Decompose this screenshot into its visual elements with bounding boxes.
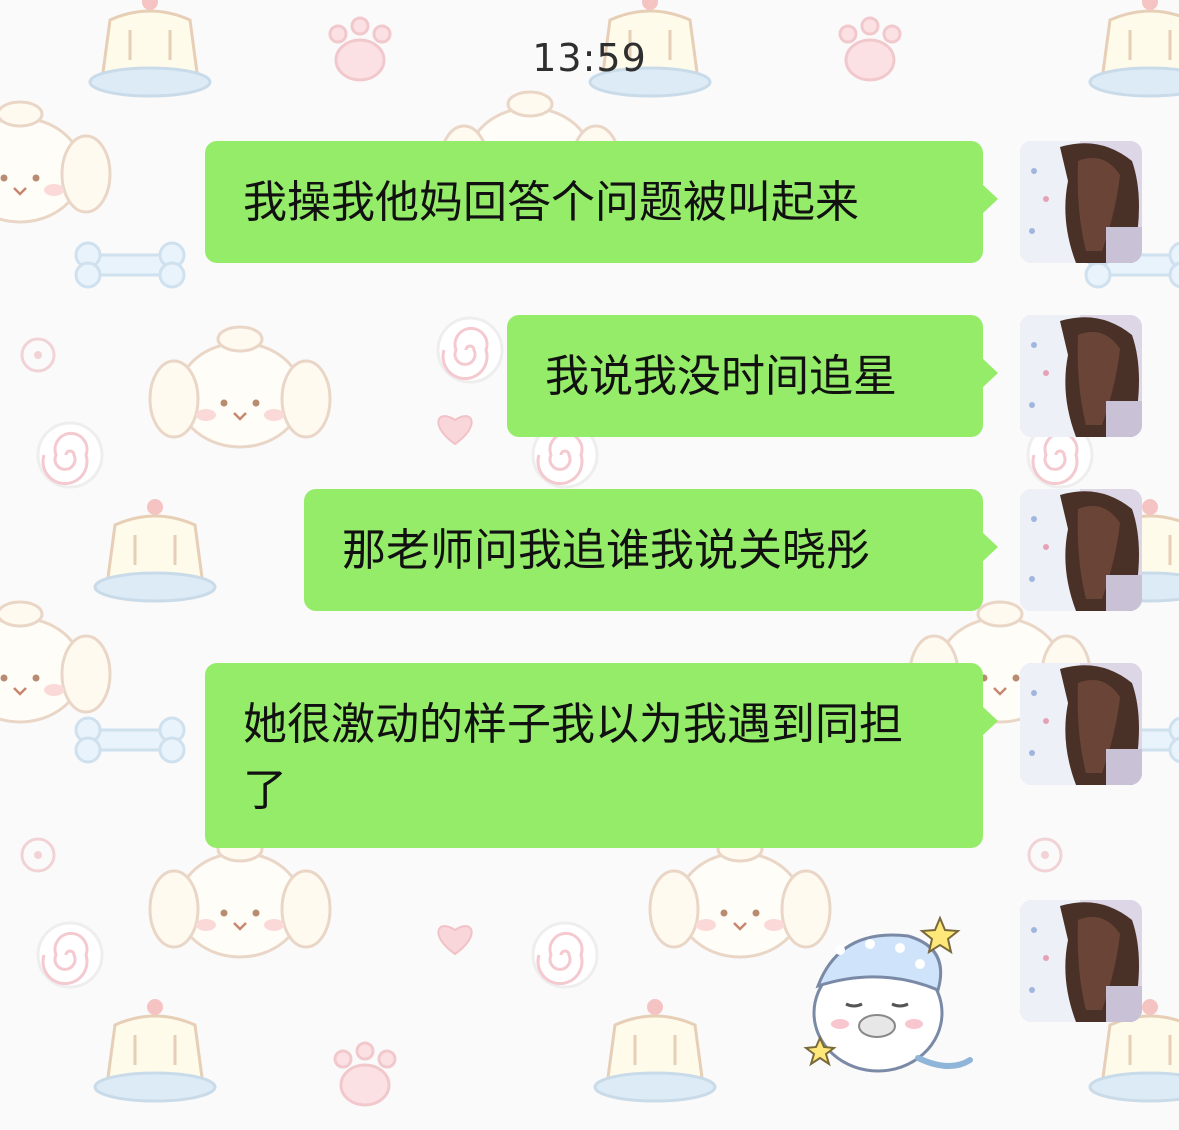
- sender-avatar[interactable]: [1020, 141, 1142, 263]
- message-text: 那老师问我追谁我说关晓彤: [342, 525, 870, 576]
- message-text: 我操我他妈回答个问题被叫起来: [243, 177, 859, 228]
- avatar-photo-icon: [1020, 900, 1142, 1022]
- sticker-message[interactable]: [800, 908, 980, 1083]
- avatar-photo-icon: [1020, 663, 1142, 785]
- avatar-photo-icon: [1020, 315, 1142, 437]
- sender-avatar[interactable]: [1020, 663, 1142, 785]
- avatar-photo-icon: [1020, 141, 1142, 263]
- avatar-photo-icon: [1020, 489, 1142, 611]
- sleepy-seal-sticker-icon: [803, 915, 973, 1073]
- message-timestamp: 13:59: [532, 36, 647, 80]
- message-bubble-4[interactable]: 她很激动的样子我以为我遇到同担了: [205, 663, 998, 848]
- message-bubble-1[interactable]: 我操我他妈回答个问题被叫起来: [205, 141, 998, 263]
- sender-avatar[interactable]: [1020, 489, 1142, 611]
- message-bubble-3[interactable]: 那老师问我追谁我说关晓彤: [304, 489, 998, 611]
- sender-avatar[interactable]: [1020, 900, 1142, 1022]
- sender-avatar[interactable]: [1020, 315, 1142, 437]
- chat-screen: 13:59 我操我他妈回答个问题被叫起来 我说我没时间追星 那老师问我追谁我说关…: [0, 0, 1179, 1130]
- message-text: 我说我没时间追星: [545, 351, 897, 402]
- message-text: 她很激动的样子我以为我遇到同担了: [243, 699, 903, 816]
- message-bubble-2[interactable]: 我说我没时间追星: [507, 315, 998, 437]
